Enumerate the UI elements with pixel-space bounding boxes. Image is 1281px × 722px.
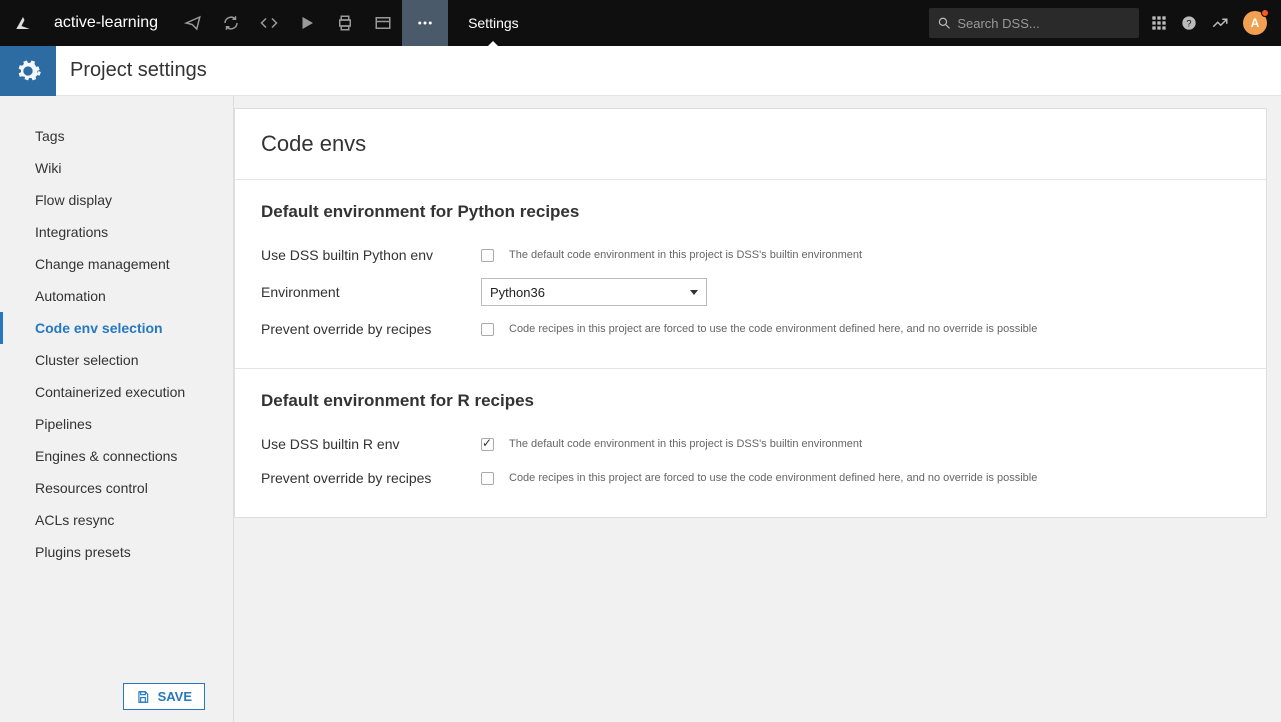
- sidebar-item-acls-resync[interactable]: ACLs resync: [0, 504, 233, 536]
- svg-text:?: ?: [1186, 18, 1191, 28]
- row-r-builtin: Use DSS builtin R env The default code e…: [261, 427, 1240, 461]
- save-button[interactable]: SAVE: [123, 683, 205, 710]
- sidebar-item-tags[interactable]: Tags: [0, 120, 233, 152]
- topbar: active-learning Settings ? A: [0, 0, 1281, 46]
- code-icon[interactable]: [250, 0, 288, 46]
- help-icon[interactable]: ?: [1181, 15, 1197, 31]
- play-icon[interactable]: [288, 0, 326, 46]
- sidebar-item-change-management[interactable]: Change management: [0, 248, 233, 280]
- cycle-icon[interactable]: [212, 0, 250, 46]
- r-heading: Default environment for R recipes: [261, 391, 1240, 411]
- sidebar-item-wiki[interactable]: Wiki: [0, 152, 233, 184]
- sidebar-item-flow-display[interactable]: Flow display: [0, 184, 233, 216]
- send-icon[interactable]: [174, 0, 212, 46]
- page-header: Project settings: [0, 46, 1281, 96]
- sidebar-items: Tags Wiki Flow display Integrations Chan…: [0, 120, 233, 671]
- notification-dot: [1261, 9, 1269, 17]
- label-r-prevent: Prevent override by recipes: [261, 470, 481, 486]
- sidebar-item-plugins-presets[interactable]: Plugins presets: [0, 536, 233, 568]
- search-icon: [937, 15, 951, 31]
- trend-icon[interactable]: [1211, 14, 1229, 32]
- settings-icon: [0, 46, 56, 96]
- row-r-prevent: Prevent override by recipes Code recipes…: [261, 461, 1240, 495]
- tab-settings[interactable]: Settings: [448, 0, 539, 46]
- settings-card: Code envs Default environment for Python…: [234, 108, 1267, 518]
- row-python-prevent: Prevent override by recipes Code recipes…: [261, 312, 1240, 346]
- sidebar-item-resources-control[interactable]: Resources control: [0, 472, 233, 504]
- layout-icon[interactable]: [364, 0, 402, 46]
- hint-r-builtin: The default code environment in this pro…: [509, 438, 862, 450]
- page-title: Project settings: [70, 59, 207, 82]
- hint-r-prevent: Code recipes in this project are forced …: [509, 472, 1037, 484]
- sidebar-item-engines-connections[interactable]: Engines & connections: [0, 440, 233, 472]
- main-content: Code envs Default environment for Python…: [234, 96, 1281, 722]
- sidebar-item-pipelines[interactable]: Pipelines: [0, 408, 233, 440]
- print-icon[interactable]: [326, 0, 364, 46]
- app-logo[interactable]: [0, 0, 46, 46]
- checkbox-python-builtin[interactable]: [481, 249, 494, 262]
- sidebar-item-containerized-execution[interactable]: Containerized execution: [0, 376, 233, 408]
- caret-down-icon: [690, 290, 698, 295]
- search-input[interactable]: [957, 16, 1131, 31]
- python-heading: Default environment for Python recipes: [261, 202, 1240, 222]
- select-python-env-value: Python36: [490, 285, 545, 300]
- label-python-env: Environment: [261, 284, 481, 300]
- search-box[interactable]: [929, 8, 1139, 38]
- project-name[interactable]: active-learning: [46, 14, 166, 32]
- row-python-env: Environment Python36: [261, 272, 1240, 312]
- more-icon[interactable]: [402, 0, 448, 46]
- row-python-builtin: Use DSS builtin Python env The default c…: [261, 238, 1240, 272]
- checkbox-python-prevent[interactable]: [481, 323, 494, 336]
- r-section: Default environment for R recipes Use DS…: [235, 369, 1266, 517]
- right-icons: ? A: [1151, 11, 1281, 35]
- python-section: Default environment for Python recipes U…: [235, 180, 1266, 369]
- save-label: SAVE: [158, 689, 192, 704]
- checkbox-r-builtin[interactable]: [481, 438, 494, 451]
- apps-icon[interactable]: [1151, 15, 1167, 31]
- card-title-section: Code envs: [235, 109, 1266, 180]
- sidebar-item-integrations[interactable]: Integrations: [0, 216, 233, 248]
- hint-python-prevent: Code recipes in this project are forced …: [509, 323, 1037, 335]
- checkbox-r-prevent[interactable]: [481, 472, 494, 485]
- card-title: Code envs: [261, 131, 1240, 157]
- save-icon: [136, 690, 150, 704]
- avatar-initial: A: [1251, 16, 1260, 30]
- label-python-builtin: Use DSS builtin Python env: [261, 247, 481, 263]
- label-python-prevent: Prevent override by recipes: [261, 321, 481, 337]
- sidebar-item-code-env-selection[interactable]: Code env selection: [0, 312, 233, 344]
- select-python-env[interactable]: Python36: [481, 278, 707, 306]
- sidebar-item-cluster-selection[interactable]: Cluster selection: [0, 344, 233, 376]
- avatar[interactable]: A: [1243, 11, 1267, 35]
- label-r-builtin: Use DSS builtin R env: [261, 436, 481, 452]
- top-icon-bar: [174, 0, 448, 46]
- sidebar-item-automation[interactable]: Automation: [0, 280, 233, 312]
- sidebar: Tags Wiki Flow display Integrations Chan…: [0, 96, 234, 722]
- hint-python-builtin: The default code environment in this pro…: [509, 249, 862, 261]
